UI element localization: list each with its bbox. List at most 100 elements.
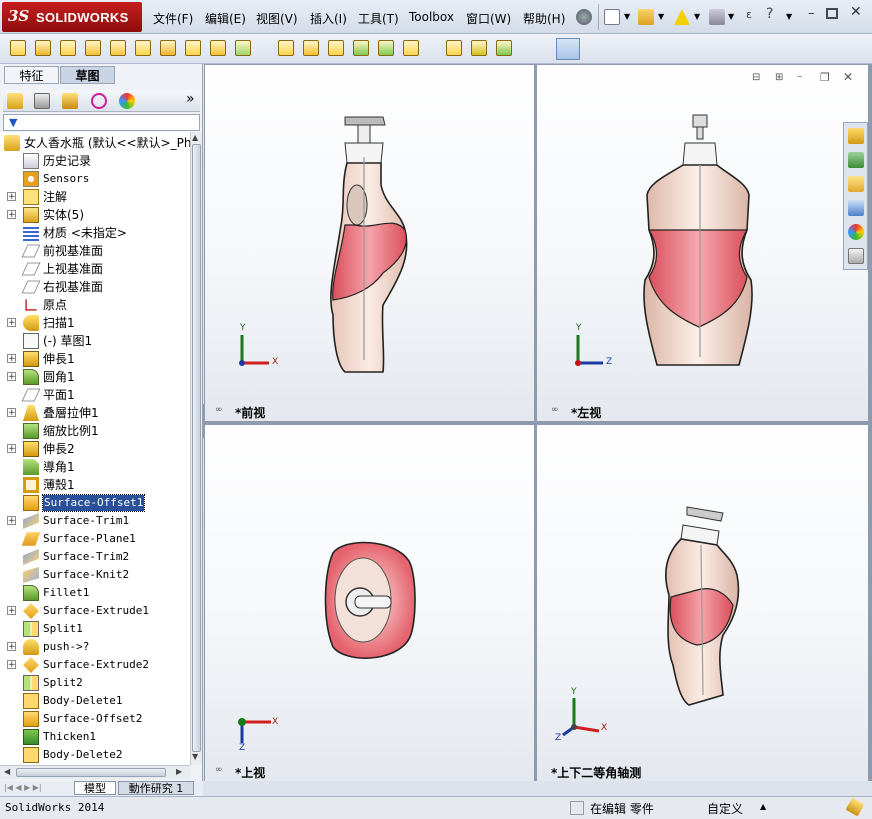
tab-motion-study[interactable]: 動作研究 1 (118, 781, 194, 795)
print-icon[interactable] (709, 9, 725, 25)
scrollbar-thumb[interactable] (192, 144, 201, 752)
tree-item[interactable]: Thicken1 (0, 728, 190, 746)
h-scrollbar-thumb[interactable] (16, 768, 166, 777)
tree-item[interactable]: 導角1 (0, 458, 190, 476)
dimxpert-icon[interactable] (91, 93, 107, 109)
expand-toggle-icon[interactable]: + (7, 354, 16, 364)
menu-help[interactable]: 帮助(H) (523, 10, 565, 27)
viewport-minimize-icon[interactable]: – (797, 71, 802, 82)
feature-tool-icon[interactable] (278, 40, 294, 56)
tree-item[interactable]: + 伸長1 (0, 350, 190, 368)
expand-toggle-icon[interactable]: + (7, 642, 16, 652)
tree-filter-input[interactable]: ▼ (3, 114, 200, 131)
viewport-link-icon[interactable]: ⊞ (775, 72, 783, 83)
tree-item[interactable]: + 注解 (0, 188, 190, 206)
tree-vertical-scrollbar[interactable]: ▲ ▼ (190, 132, 202, 765)
viewport-iso[interactable]: Y X Z *上下二等角轴测 (537, 425, 868, 781)
feature-tool-icon[interactable] (496, 40, 512, 56)
feature-tool-icon[interactable] (60, 40, 76, 56)
restore-icon[interactable] (826, 8, 838, 19)
panel-expand-button[interactable]: » (186, 91, 195, 107)
help-icon[interactable]: ? (766, 6, 773, 22)
tree-item[interactable]: Surface-Offset2 (0, 710, 190, 728)
menu-toolbox[interactable]: Toolbox (409, 10, 454, 24)
feature-tool-icon[interactable] (35, 40, 51, 56)
tab-sketch[interactable]: 草图 (60, 66, 115, 84)
tree-item[interactable]: Surface-Plane1 (0, 530, 190, 548)
menu-file[interactable]: 文件(F) (153, 10, 193, 27)
chevron-down-icon[interactable]: ▼ (624, 12, 630, 21)
menu-tools[interactable]: 工具(T) (358, 10, 399, 27)
design-library-icon[interactable] (848, 152, 864, 168)
tree-item[interactable]: + push->? (0, 638, 190, 656)
chevron-down-icon[interactable]: ▼ (728, 12, 734, 21)
tree-item[interactable]: 原点 (0, 296, 190, 314)
viewport-tile-icon[interactable]: ⊟ (752, 72, 760, 83)
tree-item[interactable]: + 扫描1 (0, 314, 190, 332)
feature-manager-icon[interactable] (7, 93, 23, 109)
viewport-front[interactable]: Y X ∞ *前视 (205, 65, 534, 421)
tree-item[interactable]: 材质 <未指定> (0, 224, 190, 242)
tree-item[interactable]: + Surface-Extrude2 (0, 656, 190, 674)
instant3d-button[interactable] (556, 38, 580, 60)
expand-toggle-icon[interactable]: + (7, 516, 16, 526)
rebuild-warning-icon[interactable] (674, 9, 690, 25)
menu-edit[interactable]: 编辑(E) (205, 10, 246, 27)
solidworks-logo[interactable]: 3S SOLIDWORKS (2, 2, 142, 32)
tree-item[interactable]: 平面1 (0, 386, 190, 404)
expand-toggle-icon[interactable]: + (7, 318, 16, 328)
tree-item[interactable]: Surface-Offset1 (0, 494, 190, 512)
tree-item[interactable]: + Surface-Trim1 (0, 512, 190, 530)
scroll-up-icon[interactable]: ▲ (192, 133, 198, 142)
tree-item[interactable]: + 伸長2 (0, 440, 190, 458)
viewport-restore-icon[interactable]: ❐ (820, 71, 830, 84)
property-manager-icon[interactable] (34, 93, 50, 109)
tree-item[interactable]: Surface-Trim2 (0, 548, 190, 566)
tree-item[interactable]: 薄殼1 (0, 476, 190, 494)
expand-toggle-icon[interactable]: + (7, 408, 16, 418)
feature-tool-icon[interactable] (303, 40, 319, 56)
tree-item[interactable]: Split2 (0, 674, 190, 692)
feature-tool-icon[interactable] (85, 40, 101, 56)
feature-tool-icon[interactable] (471, 40, 487, 56)
feature-tool-icon[interactable] (235, 40, 251, 56)
expand-toggle-icon[interactable]: + (7, 210, 16, 220)
viewport-top[interactable]: Z X ∞ *上视 (205, 425, 534, 781)
open-folder-icon[interactable] (638, 9, 654, 25)
view-palette-icon[interactable] (848, 200, 864, 216)
tree-root[interactable]: 女人香水瓶 (默认<<默认>_Ph (0, 134, 190, 152)
chevron-down-icon[interactable]: ▼ (786, 12, 792, 21)
tab-nav-icons[interactable]: |◀ ◀ ▶ ▶| (4, 783, 42, 792)
tree-horizontal-scrollbar[interactable]: ◀ ▶ (0, 765, 190, 779)
menu-view[interactable]: 视图(V) (256, 10, 298, 27)
rebuild-status-icon[interactable] (845, 797, 865, 817)
new-document-icon[interactable] (604, 9, 620, 25)
display-manager-icon[interactable] (119, 93, 135, 109)
expand-toggle-icon[interactable]: + (7, 606, 16, 616)
feature-tool-icon[interactable] (210, 40, 226, 56)
tree-item[interactable]: (-) 草图1 (0, 332, 190, 350)
tree-item[interactable]: + Surface-Extrude1 (0, 602, 190, 620)
expand-toggle-icon[interactable]: + (7, 660, 16, 670)
feature-tool-icon[interactable] (10, 40, 26, 56)
menu-insert[interactable]: 插入(I) (310, 10, 347, 27)
tree-item[interactable]: 上视基准面 (0, 260, 190, 278)
tree-item[interactable]: Body-Delete2 (0, 746, 190, 764)
tree-item[interactable]: + 实体(5) (0, 206, 190, 224)
tree-item[interactable]: Split1 (0, 620, 190, 638)
appearances-icon[interactable] (848, 224, 864, 240)
feature-tool-icon[interactable] (185, 40, 201, 56)
feature-tool-icon[interactable] (135, 40, 151, 56)
viewport-close-icon[interactable]: ✕ (843, 70, 853, 84)
minimize-icon[interactable]: – (808, 6, 815, 21)
units-dropdown-icon[interactable]: ▲ (760, 802, 766, 811)
tree-item[interactable]: + 叠層拉伸1 (0, 404, 190, 422)
file-explorer-icon[interactable] (848, 176, 864, 192)
tree-item[interactable]: 历史记录 (0, 152, 190, 170)
scroll-right-icon[interactable]: ▶ (176, 767, 182, 776)
tab-features[interactable]: 特征 (4, 66, 59, 84)
expand-toggle-icon[interactable]: + (7, 372, 16, 382)
feature-tool-icon[interactable] (446, 40, 462, 56)
configuration-manager-icon[interactable] (62, 93, 78, 109)
close-icon[interactable]: ✕ (850, 4, 862, 20)
